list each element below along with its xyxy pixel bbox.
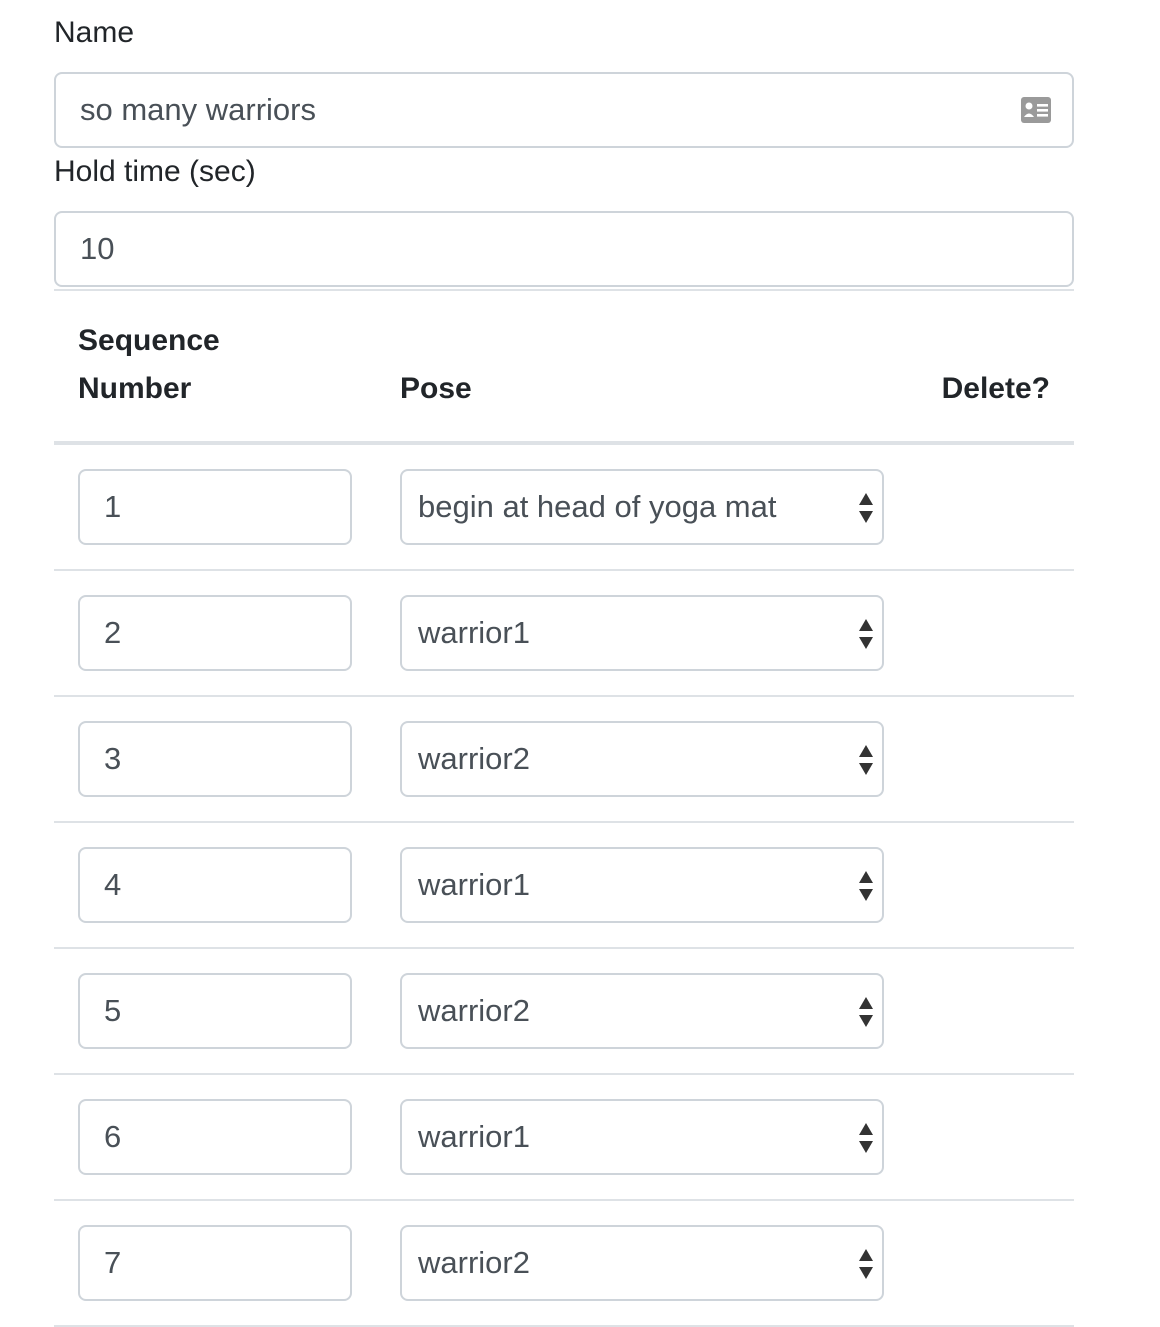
pose-select[interactable]: warrior2 [400, 721, 884, 797]
name-label: Name [54, 16, 135, 49]
pose-cell: warrior2 [376, 1200, 916, 1327]
up-down-arrows-icon [859, 493, 873, 523]
sequence-number-input[interactable]: 6 [78, 1099, 352, 1175]
sequence-number-input[interactable]: 2 [78, 595, 352, 671]
table-row: 7 warrior2 [54, 1200, 1074, 1327]
pose-cell: warrior1 [376, 1074, 916, 1201]
hold-time-value: 10 [80, 231, 115, 266]
pose-select-value: warrior2 [418, 993, 530, 1028]
pose-select-value: warrior2 [418, 741, 530, 776]
up-down-arrows-icon [859, 619, 873, 649]
sequence-number-cell: 5 [54, 948, 376, 1075]
contact-card-icon[interactable] [1020, 96, 1052, 124]
pose-select-value: warrior2 [418, 1245, 530, 1280]
table-row: 2 warrior1 [54, 570, 1074, 697]
pose-cell: warrior2 [376, 948, 916, 1075]
hold-time-input[interactable]: 10 [54, 211, 1074, 287]
pose-select-value: warrior1 [418, 867, 530, 902]
name-input[interactable]: so many warriors [54, 72, 1074, 148]
pose-select-value: warrior1 [418, 615, 530, 650]
sequence-header-line1: Sequence [78, 324, 220, 357]
pose-select[interactable]: warrior1 [400, 847, 884, 923]
sequence-number-input[interactable]: 1 [78, 469, 352, 545]
pose-header: Pose [376, 290, 916, 445]
delete-cell [915, 822, 1074, 949]
pose-select[interactable]: warrior1 [400, 595, 884, 671]
pose-select[interactable]: warrior2 [400, 1225, 884, 1301]
pose-select[interactable]: warrior1 [400, 1099, 884, 1175]
table-row: 3 warrior2 [54, 696, 1074, 823]
pose-select-value: begin at head of yoga mat [418, 489, 777, 524]
delete-cell [915, 570, 1074, 697]
sequence-number-input[interactable]: 3 [78, 721, 352, 797]
sequence-header-line2: Number [78, 372, 192, 405]
sequence-number-header: Sequence Number [54, 290, 376, 445]
pose-cell: begin at head of yoga mat [376, 443, 916, 571]
delete-cell [915, 1074, 1074, 1201]
delete-cell [915, 443, 1074, 571]
delete-cell [915, 1200, 1074, 1327]
table-row: 5 warrior2 [54, 948, 1074, 1075]
table-header-row: Sequence Number Pose Delete? [54, 290, 1074, 445]
up-down-arrows-icon [859, 1249, 873, 1279]
sequence-number-input[interactable]: 4 [78, 847, 352, 923]
pose-cell: warrior1 [376, 822, 916, 949]
pose-sequence-table: Sequence Number Pose Delete? 1 begin at h… [54, 289, 1074, 1327]
up-down-arrows-icon [859, 745, 873, 775]
hold-time-label: Hold time (sec) [54, 155, 256, 188]
name-input-value: so many warriors [80, 92, 316, 127]
sequence-number-cell: 2 [54, 570, 376, 697]
table-row: 6 warrior1 [54, 1074, 1074, 1201]
up-down-arrows-icon [859, 997, 873, 1027]
delete-header: Delete? [915, 290, 1074, 445]
sequence-number-cell: 3 [54, 696, 376, 823]
pose-select[interactable]: begin at head of yoga mat [400, 469, 884, 545]
pose-sequence-form: Name so many warriors Hold time (sec) 10… [54, 0, 1074, 1327]
table-row: 4 warrior1 [54, 822, 1074, 949]
sequence-number-input[interactable]: 7 [78, 1225, 352, 1301]
pose-cell: warrior2 [376, 696, 916, 823]
delete-cell [915, 696, 1074, 823]
sequence-number-cell: 7 [54, 1200, 376, 1327]
up-down-arrows-icon [859, 871, 873, 901]
up-down-arrows-icon [859, 1123, 873, 1153]
table-row: 1 begin at head of yoga mat [54, 443, 1074, 571]
pose-select-value: warrior1 [418, 1119, 530, 1154]
pose-select[interactable]: warrior2 [400, 973, 884, 1049]
pose-cell: warrior1 [376, 570, 916, 697]
sequence-number-cell: 6 [54, 1074, 376, 1201]
sequence-number-cell: 1 [54, 443, 376, 571]
sequence-number-input[interactable]: 5 [78, 973, 352, 1049]
delete-cell [915, 948, 1074, 1075]
sequence-number-cell: 4 [54, 822, 376, 949]
